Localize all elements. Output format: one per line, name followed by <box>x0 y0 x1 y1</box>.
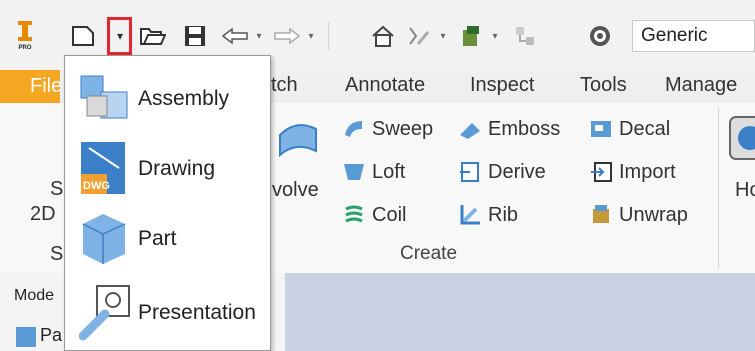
graphics-canvas[interactable] <box>285 273 755 351</box>
sweep-label: Sweep <box>372 117 434 140</box>
toolbar-separator <box>328 22 329 50</box>
ribbon-s-label-1: S <box>50 178 64 200</box>
import-icon <box>589 160 613 184</box>
loft-button[interactable]: Loft <box>342 160 405 184</box>
tab-file-label: File <box>30 75 63 97</box>
tab-sketch[interactable]: tch <box>271 74 298 97</box>
ribbon-s-label-2: S <box>50 243 64 265</box>
redo-dropdown-arrow[interactable]: ▾ <box>304 20 318 52</box>
appearance-dropdown-arrow[interactable]: ▾ <box>488 20 502 52</box>
browser-part-item[interactable]: Pa <box>16 325 63 347</box>
hole-button[interactable]: Ho <box>735 179 755 202</box>
hole-icon[interactable] <box>728 115 755 165</box>
ribbon-separator <box>718 108 719 268</box>
save-icon[interactable] <box>180 20 210 52</box>
derive-button[interactable]: Derive <box>458 160 546 184</box>
undo-icon[interactable] <box>220 20 250 52</box>
coil-icon <box>342 203 366 227</box>
emboss-icon <box>458 117 482 141</box>
open-folder-icon[interactable] <box>138 20 168 52</box>
revolve-icon[interactable] <box>272 115 320 175</box>
coil-label: Coil <box>372 203 407 226</box>
material-select-value: Generic <box>641 25 708 46</box>
dropdown-highlight-box <box>107 17 132 55</box>
derive-label: Derive <box>488 160 546 183</box>
pro-label: PRO <box>18 45 32 51</box>
decal-icon <box>589 117 613 141</box>
model-browser-title: Mode <box>14 287 55 304</box>
menu-item-part[interactable]: Part <box>65 204 270 274</box>
revolve-button[interactable]: volve <box>272 179 319 202</box>
unwrap-label: Unwrap <box>619 203 688 226</box>
import-button[interactable]: Import <box>589 160 676 184</box>
coil-button[interactable]: Coil <box>342 203 406 227</box>
unwrap-icon <box>589 203 613 227</box>
emboss-button[interactable]: Emboss <box>458 117 560 141</box>
part-icon <box>79 210 129 271</box>
menu-item-drawing[interactable]: DWG Drawing <box>65 134 270 204</box>
menu-item-assembly[interactable]: Assembly <box>65 64 270 134</box>
loft-icon <box>342 160 366 184</box>
derive-icon <box>458 160 482 184</box>
menu-item-assembly-label: Assembly <box>138 87 230 110</box>
unwrap-button[interactable]: Unwrap <box>589 203 688 227</box>
tab-tools[interactable]: Tools <box>580 74 627 97</box>
menu-item-presentation-label: Presentation <box>138 301 256 324</box>
sweep-button[interactable]: Sweep <box>342 117 433 141</box>
home-icon[interactable] <box>368 20 398 52</box>
browser-part-label: Pa <box>40 325 63 345</box>
create-group-label: Create <box>400 243 458 264</box>
material-icon[interactable] <box>585 20 615 52</box>
new-document-icon[interactable] <box>68 20 98 52</box>
ribbon-2d-label[interactable]: 2D <box>30 203 56 226</box>
import-label: Import <box>619 160 676 183</box>
tab-annotate[interactable]: Annotate <box>345 74 425 97</box>
emboss-label: Emboss <box>488 117 561 140</box>
tab-manage[interactable]: Manage <box>665 74 737 97</box>
assembly-icon <box>79 72 129 127</box>
presentation-icon <box>78 284 133 349</box>
menu-item-presentation[interactable]: Presentation <box>65 278 270 348</box>
material-select[interactable]: Generic <box>632 20 755 52</box>
rib-label: Rib <box>488 203 519 226</box>
rib-icon <box>458 203 482 227</box>
undo-dropdown-arrow[interactable]: ▾ <box>252 20 266 52</box>
design-doctor-icon[interactable] <box>510 20 540 52</box>
redo-icon[interactable] <box>272 20 302 52</box>
menu-item-part-label: Part <box>138 227 177 250</box>
measure-dropdown-arrow[interactable]: ▾ <box>436 20 450 52</box>
part-item-icon <box>16 327 36 347</box>
svg-text:DWG: DWG <box>83 180 110 192</box>
tab-file[interactable]: File <box>0 70 63 103</box>
inventor-pro-logo[interactable]: PRO <box>10 20 40 52</box>
menu-item-drawing-label: Drawing <box>138 157 216 180</box>
loft-label: Loft <box>372 160 406 183</box>
rib-button[interactable]: Rib <box>458 203 518 227</box>
decal-label: Decal <box>619 117 671 140</box>
measure-icon[interactable] <box>404 20 434 52</box>
sweep-icon <box>342 117 366 141</box>
drawing-icon: DWG <box>79 138 127 203</box>
new-document-dropdown: Assembly DWG Drawing Part Presentation <box>64 55 271 351</box>
decal-button[interactable]: Decal <box>589 117 670 141</box>
appearance-icon[interactable] <box>456 20 486 52</box>
tab-inspect[interactable]: Inspect <box>470 74 534 97</box>
